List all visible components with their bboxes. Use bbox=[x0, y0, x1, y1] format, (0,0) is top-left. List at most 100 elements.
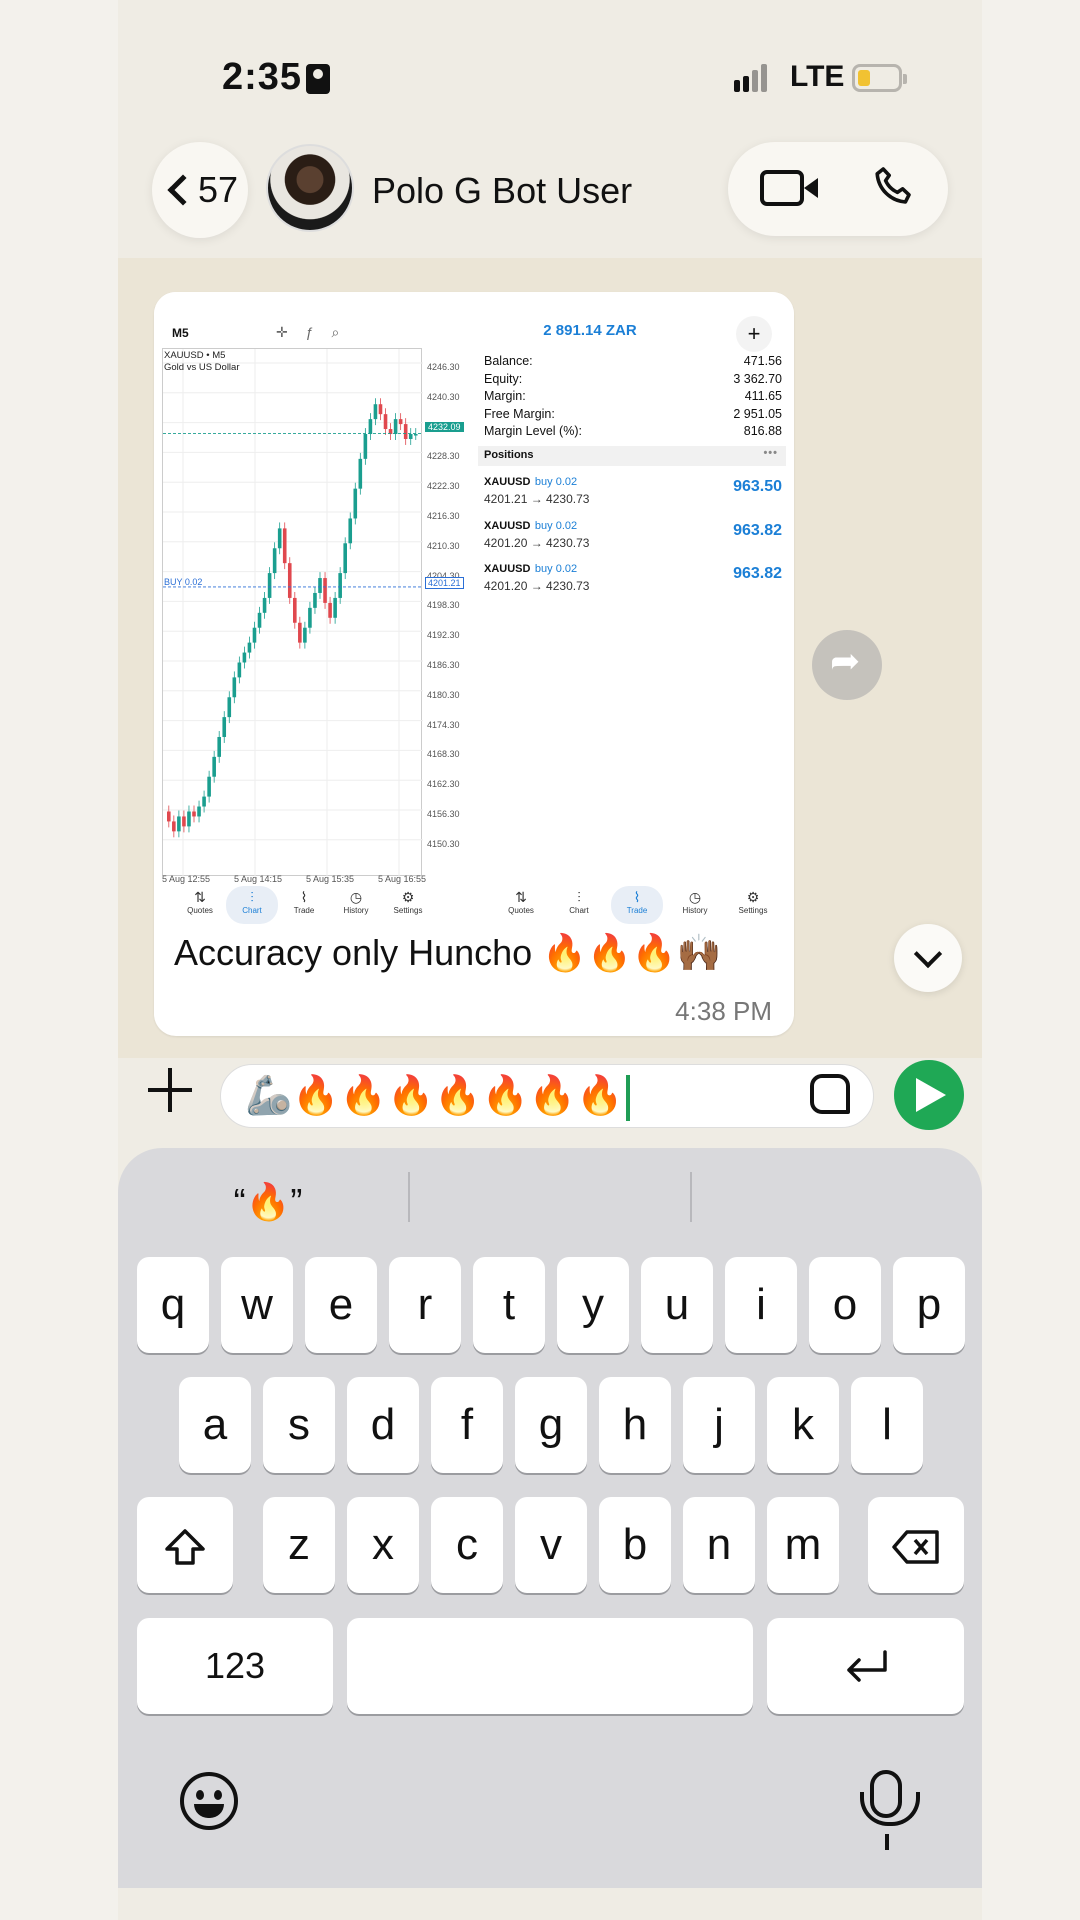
candle-body bbox=[212, 756, 216, 777]
time-tick: 5 Aug 14:15 bbox=[234, 874, 283, 884]
video-call-icon[interactable] bbox=[760, 170, 818, 206]
nav-label: Settings bbox=[738, 906, 768, 915]
key-z[interactable]: z bbox=[263, 1497, 335, 1593]
key-p[interactable]: p bbox=[893, 1257, 965, 1353]
image-attachment[interactable]: M5 ✛ƒ⌕ XAUUSD • M5 Gold vs US Dollar BUY… bbox=[154, 292, 794, 924]
key-r[interactable]: r bbox=[389, 1257, 461, 1353]
account-row: Equity: 3 362.70 bbox=[484, 372, 782, 386]
forward-icon[interactable] bbox=[812, 630, 882, 700]
positions-header: Positions bbox=[478, 446, 786, 466]
candle-body bbox=[182, 816, 186, 827]
account-label: Margin: bbox=[484, 389, 526, 403]
candle-body bbox=[348, 518, 353, 544]
shift-icon bbox=[165, 1529, 205, 1566]
candle-body bbox=[358, 458, 363, 489]
candle-body bbox=[393, 419, 398, 435]
send-button[interactable] bbox=[894, 1060, 964, 1130]
key-j[interactable]: j bbox=[683, 1377, 755, 1473]
key-k[interactable]: k bbox=[767, 1377, 839, 1473]
candle-body bbox=[197, 806, 201, 817]
timeframe-label: M5 bbox=[172, 326, 189, 340]
key-i[interactable]: i bbox=[725, 1257, 797, 1353]
position-profit: 963.50 bbox=[733, 478, 782, 495]
status-time: 2:35 bbox=[222, 56, 303, 98]
candle-body bbox=[277, 528, 282, 549]
current-price-label: 4232.09 bbox=[425, 422, 464, 432]
time-tick: 5 Aug 16:55 bbox=[378, 874, 427, 884]
key-t[interactable]: t bbox=[473, 1257, 545, 1353]
key-f[interactable]: f bbox=[431, 1377, 503, 1473]
candle-body bbox=[293, 597, 297, 623]
key-b[interactable]: b bbox=[599, 1497, 671, 1593]
microphone-stem bbox=[885, 1834, 889, 1850]
nav-settings-icon: ⚙ bbox=[746, 889, 760, 905]
key-q[interactable]: q bbox=[137, 1257, 209, 1353]
scroll-down-button[interactable] bbox=[894, 924, 962, 992]
candle-body bbox=[187, 811, 191, 827]
suggestion-1[interactable]: “🔥” bbox=[128, 1168, 408, 1236]
key-g[interactable]: g bbox=[515, 1377, 587, 1473]
contact-avatar[interactable] bbox=[266, 144, 354, 232]
plus-icon: + bbox=[736, 316, 772, 352]
key-s[interactable]: s bbox=[263, 1377, 335, 1473]
nav-item-history: ◷ History bbox=[330, 886, 382, 924]
candle-body bbox=[408, 434, 413, 439]
position-row: XAUUSD buy 0.02 4201.21 → 4230.73 963.50 bbox=[484, 472, 782, 506]
key-d[interactable]: d bbox=[347, 1377, 419, 1473]
nav-settings-icon: ⚙ bbox=[401, 889, 415, 905]
key-w[interactable]: w bbox=[221, 1257, 293, 1353]
candle-body bbox=[308, 607, 312, 628]
price-tick: 4228.30 bbox=[427, 451, 460, 462]
position-profit: 963.82 bbox=[733, 565, 782, 582]
nav-item-settings: ⚙ Settings bbox=[382, 886, 434, 924]
key-o[interactable]: o bbox=[809, 1257, 881, 1353]
attach-plus-icon[interactable] bbox=[148, 1068, 192, 1112]
delete-key[interactable] bbox=[868, 1497, 964, 1593]
key-u[interactable]: u bbox=[641, 1257, 713, 1353]
message-time: 4:38 PM bbox=[675, 996, 772, 1026]
candle-body bbox=[378, 404, 383, 415]
candle-body bbox=[363, 434, 368, 459]
key-a[interactable]: a bbox=[179, 1377, 251, 1473]
key-n[interactable]: n bbox=[683, 1497, 755, 1593]
position-symbol: XAUUSD bbox=[484, 519, 531, 532]
nav-item-quotes: ⇅ Quotes bbox=[174, 886, 226, 924]
key-m[interactable]: m bbox=[767, 1497, 839, 1593]
candle-body bbox=[373, 404, 378, 420]
phone-call-icon[interactable] bbox=[870, 164, 918, 212]
contact-name[interactable]: Polo G Bot User bbox=[372, 170, 632, 212]
account-value: 411.65 bbox=[744, 389, 782, 403]
candle-body bbox=[257, 612, 262, 628]
key-e[interactable]: e bbox=[305, 1257, 377, 1353]
account-row: Margin: 411.65 bbox=[484, 389, 782, 403]
back-button[interactable]: 57 bbox=[152, 142, 248, 238]
sticker-icon[interactable] bbox=[810, 1074, 850, 1114]
key-x[interactable]: x bbox=[347, 1497, 419, 1593]
candle-body bbox=[247, 642, 252, 653]
message-input[interactable]: 🦾🔥🔥🔥🔥🔥🔥🔥 bbox=[220, 1064, 874, 1128]
return-key[interactable] bbox=[767, 1618, 964, 1714]
key-h[interactable]: h bbox=[599, 1377, 671, 1473]
emoji-icon[interactable] bbox=[180, 1772, 238, 1830]
account-value: 816.88 bbox=[743, 424, 782, 438]
shift-key[interactable] bbox=[137, 1497, 233, 1593]
key-y[interactable]: y bbox=[557, 1257, 629, 1353]
candle-body bbox=[353, 488, 358, 519]
nav-history-icon: ◷ bbox=[349, 889, 363, 905]
unread-count: 57 bbox=[197, 169, 239, 210]
message-bubble[interactable]: M5 ✛ƒ⌕ XAUUSD • M5 Gold vs US Dollar BUY… bbox=[154, 292, 794, 1036]
nav-label: Settings bbox=[393, 906, 423, 915]
nav-item-quotes: ⇅ Quotes bbox=[495, 886, 547, 924]
key-l[interactable]: l bbox=[851, 1377, 923, 1473]
numbers-key[interactable]: 123 bbox=[137, 1618, 333, 1714]
nav-bar-left: ⇅ Quotes ⫶ Chart ⌇ Trade ◷ History ⚙ Settings bbox=[174, 886, 434, 926]
microphone-icon[interactable] bbox=[860, 1770, 920, 1826]
key-c[interactable]: c bbox=[431, 1497, 503, 1593]
price-tick: 4162.30 bbox=[427, 779, 460, 790]
space-key[interactable] bbox=[347, 1618, 753, 1714]
backspace-icon bbox=[892, 1530, 939, 1565]
key-v[interactable]: v bbox=[515, 1497, 587, 1593]
candle-body bbox=[398, 419, 403, 425]
text-caret bbox=[625, 1074, 630, 1121]
nav-trade-icon: ⌇ bbox=[633, 889, 641, 905]
